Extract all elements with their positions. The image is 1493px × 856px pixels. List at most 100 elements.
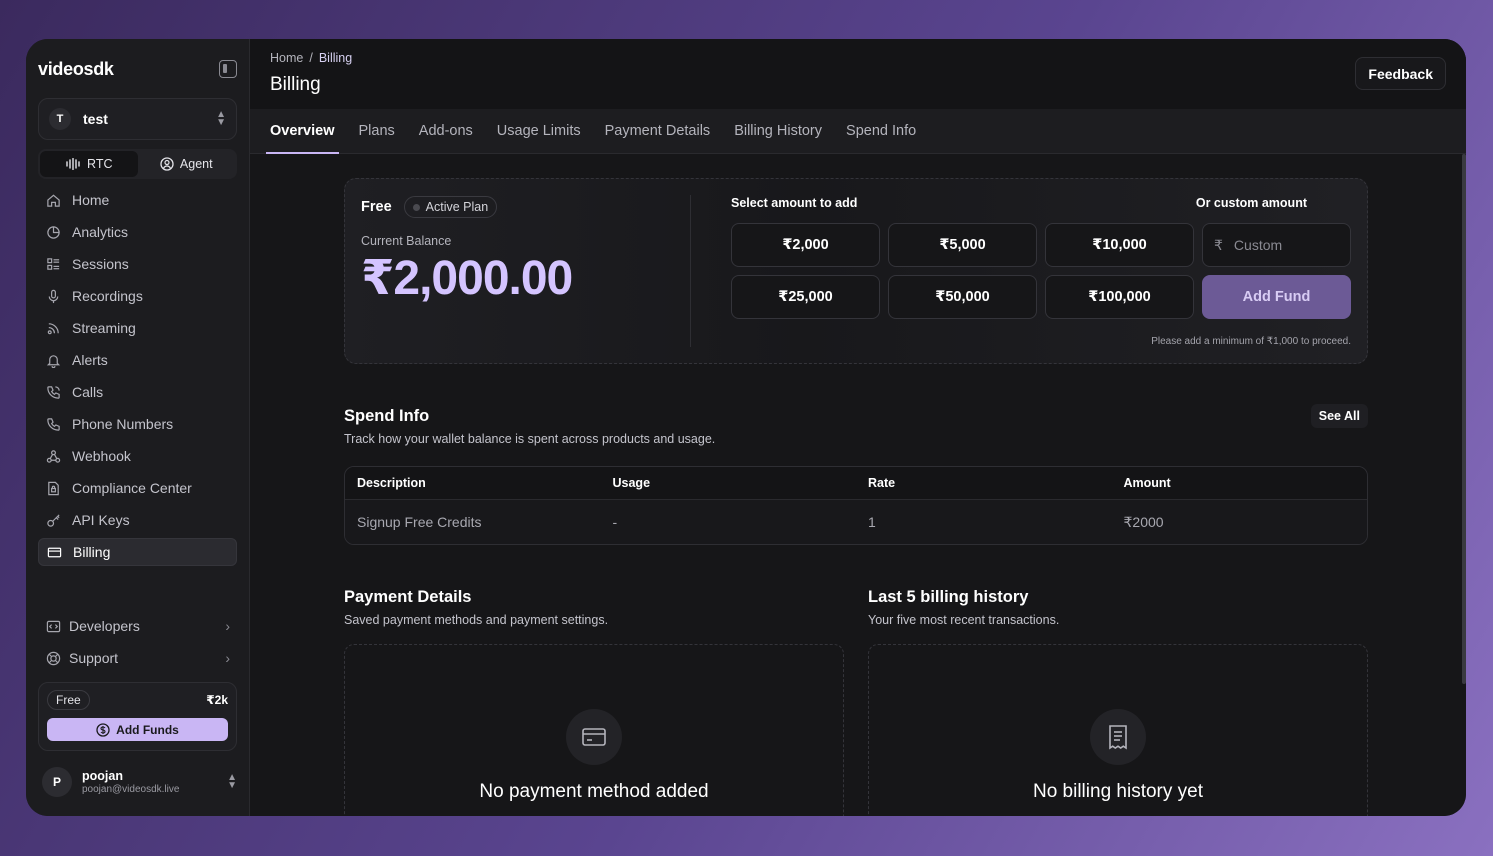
sidebar-item-label: API Keys (72, 512, 130, 528)
sidebar-item-recordings[interactable]: Recordings (38, 282, 237, 310)
minimum-amount-note: Please add a minimum of ₹1,000 to procee… (1151, 336, 1351, 347)
table-cell: Signup Free Credits (357, 514, 482, 530)
plan-row: Free Active Plan (361, 196, 572, 218)
sidebar-item-label: Phone Numbers (72, 416, 174, 432)
column-header: Amount (1123, 476, 1171, 490)
tab-usage-limits[interactable]: Usage Limits (493, 109, 585, 153)
column-header: Rate (868, 476, 896, 490)
chevron-right-icon: › (225, 650, 230, 666)
sidebar-item-label: Home (72, 192, 110, 208)
sidebar-item-label: Recordings (72, 288, 143, 304)
custom-amount-input[interactable]: ₹ Custom (1202, 223, 1351, 267)
sidebar-item-analytics[interactable]: Analytics (38, 218, 237, 246)
user-circle-icon (160, 157, 174, 171)
tab-plans[interactable]: Plans (355, 109, 399, 153)
current-balance-amount: ₹2,000.00 (361, 252, 573, 305)
tab-overview[interactable]: Overview (266, 109, 339, 154)
sidebar-item-support[interactable]: Support › (38, 644, 237, 672)
sidebar-item-billing[interactable]: Billing (38, 538, 237, 566)
add-funds-label: Add Funds (116, 722, 179, 737)
table-row: Signup Free Credits - 1 ₹2000 (345, 500, 1367, 544)
feedback-button[interactable]: Feedback (1355, 57, 1446, 90)
table-cell: ₹2000 (1123, 513, 1164, 530)
user-email: poojan@videosdk.live (82, 784, 180, 795)
receipt-icon (1090, 709, 1146, 765)
divider (690, 195, 691, 347)
breadcrumb: Home / Billing (270, 51, 352, 65)
amount-option-button[interactable]: ₹25,000 (731, 275, 880, 319)
document-lock-icon (45, 480, 61, 496)
sidebar-item-calls[interactable]: Calls (38, 378, 237, 406)
see-all-button[interactable]: See All (1310, 404, 1368, 428)
breadcrumb-separator: / (309, 51, 313, 65)
sidebar-item-webhook[interactable]: Webhook (38, 442, 237, 470)
plan-name: Free (361, 199, 392, 215)
sidebar-item-api-keys[interactable]: API Keys (38, 506, 237, 534)
mode-rtc-label: RTC (87, 157, 113, 171)
user-menu[interactable]: P poojan poojan@videosdk.live ▲ ▼ (42, 767, 237, 797)
page-header: Home / Billing Billing Feedback (250, 39, 1466, 109)
tab-add-ons[interactable]: Add-ons (415, 109, 477, 153)
history-empty-text: No billing history yet (1032, 781, 1204, 802)
breadcrumb-home[interactable]: Home (270, 51, 303, 65)
workspace-switcher[interactable]: T test ▲ ▼ (38, 98, 237, 140)
chevron-updown-icon: ▲ ▼ (227, 772, 237, 791)
mode-toggle: RTC Agent (38, 149, 237, 179)
payment-details-section: Payment Details Saved payment methods an… (344, 588, 844, 816)
sidebar-item-label: Streaming (72, 320, 136, 336)
plan-balance: ₹2k (206, 693, 228, 707)
mic-icon (45, 288, 61, 304)
add-fund-button[interactable]: Add Fund (1202, 275, 1351, 319)
chevron-right-icon: › (225, 618, 230, 634)
sidebar-item-label: Alerts (72, 352, 108, 368)
page-title: Billing (270, 74, 321, 95)
spend-info-subtitle: Track how your wallet balance is spent a… (344, 432, 716, 446)
sidebar-item-streaming[interactable]: Streaming (38, 314, 237, 342)
sidebar-item-developers[interactable]: Developers › (38, 612, 237, 640)
tab-billing-history[interactable]: Billing History (730, 109, 826, 153)
sidebar-item-label: Compliance Center (72, 480, 192, 496)
breadcrumb-current: Billing (318, 51, 353, 65)
scrollbar[interactable] (1462, 154, 1466, 684)
lifebuoy-icon (45, 650, 61, 666)
sidebar-item-home[interactable]: Home (38, 186, 237, 214)
billing-history-title: Last 5 billing history (868, 588, 1029, 606)
balance-summary: Free Active Plan Current Balance ₹2,000.… (361, 196, 573, 306)
sidebar-item-label: Analytics (72, 224, 129, 240)
spend-info-section: Spend Info Track how your wallet balance… (344, 404, 1368, 545)
workspace-avatar: T (49, 108, 71, 130)
active-plan-badge: Active Plan (403, 196, 498, 218)
waveform-icon (66, 158, 80, 170)
dollar-circle-icon (96, 722, 110, 737)
credit-card-icon (566, 709, 622, 765)
tab-payment-details[interactable]: Payment Details (601, 109, 715, 153)
tab-spend-info[interactable]: Spend Info (842, 109, 920, 153)
sidebar-item-alerts[interactable]: Alerts (38, 346, 237, 374)
overview-content: Free Active Plan Current Balance ₹2,000.… (344, 178, 1368, 816)
amount-option-button[interactable]: ₹50,000 (888, 275, 1037, 319)
sidebar-header: videosdk (38, 57, 237, 81)
table-cell: - (612, 514, 618, 530)
user-name: poojan (82, 769, 123, 783)
sidebar-item-label: Webhook (72, 448, 131, 464)
clock-chart-icon (45, 224, 61, 240)
mode-rtc[interactable]: RTC (40, 151, 138, 177)
billing-history-subtitle: Your five most recent transactions. (868, 613, 1060, 627)
amount-option-button[interactable]: ₹5,000 (888, 223, 1037, 267)
active-plan-label: Active Plan (425, 200, 489, 214)
payment-empty-text: No payment method added (479, 781, 709, 802)
sidebar-collapse-icon[interactable] (219, 60, 237, 78)
mode-agent[interactable]: Agent (138, 151, 236, 177)
sidebar-item-compliance-center[interactable]: Compliance Center (38, 474, 237, 502)
sidebar-item-label: Sessions (72, 256, 129, 272)
amount-option-button[interactable]: ₹2,000 (731, 223, 880, 267)
custom-amount-label: Or custom amount (1195, 196, 1307, 210)
add-funds-button[interactable]: Add Funds (47, 718, 228, 741)
amount-option-button[interactable]: ₹100,000 (1045, 275, 1194, 319)
sidebar-item-phone-numbers[interactable]: Phone Numbers (38, 410, 237, 438)
bell-icon (45, 352, 61, 368)
sidebar-item-sessions[interactable]: Sessions (38, 250, 237, 278)
table-header-row: Description Usage Rate Amount (345, 467, 1367, 500)
amount-option-button[interactable]: ₹10,000 (1045, 223, 1194, 267)
list-icon (45, 256, 61, 272)
